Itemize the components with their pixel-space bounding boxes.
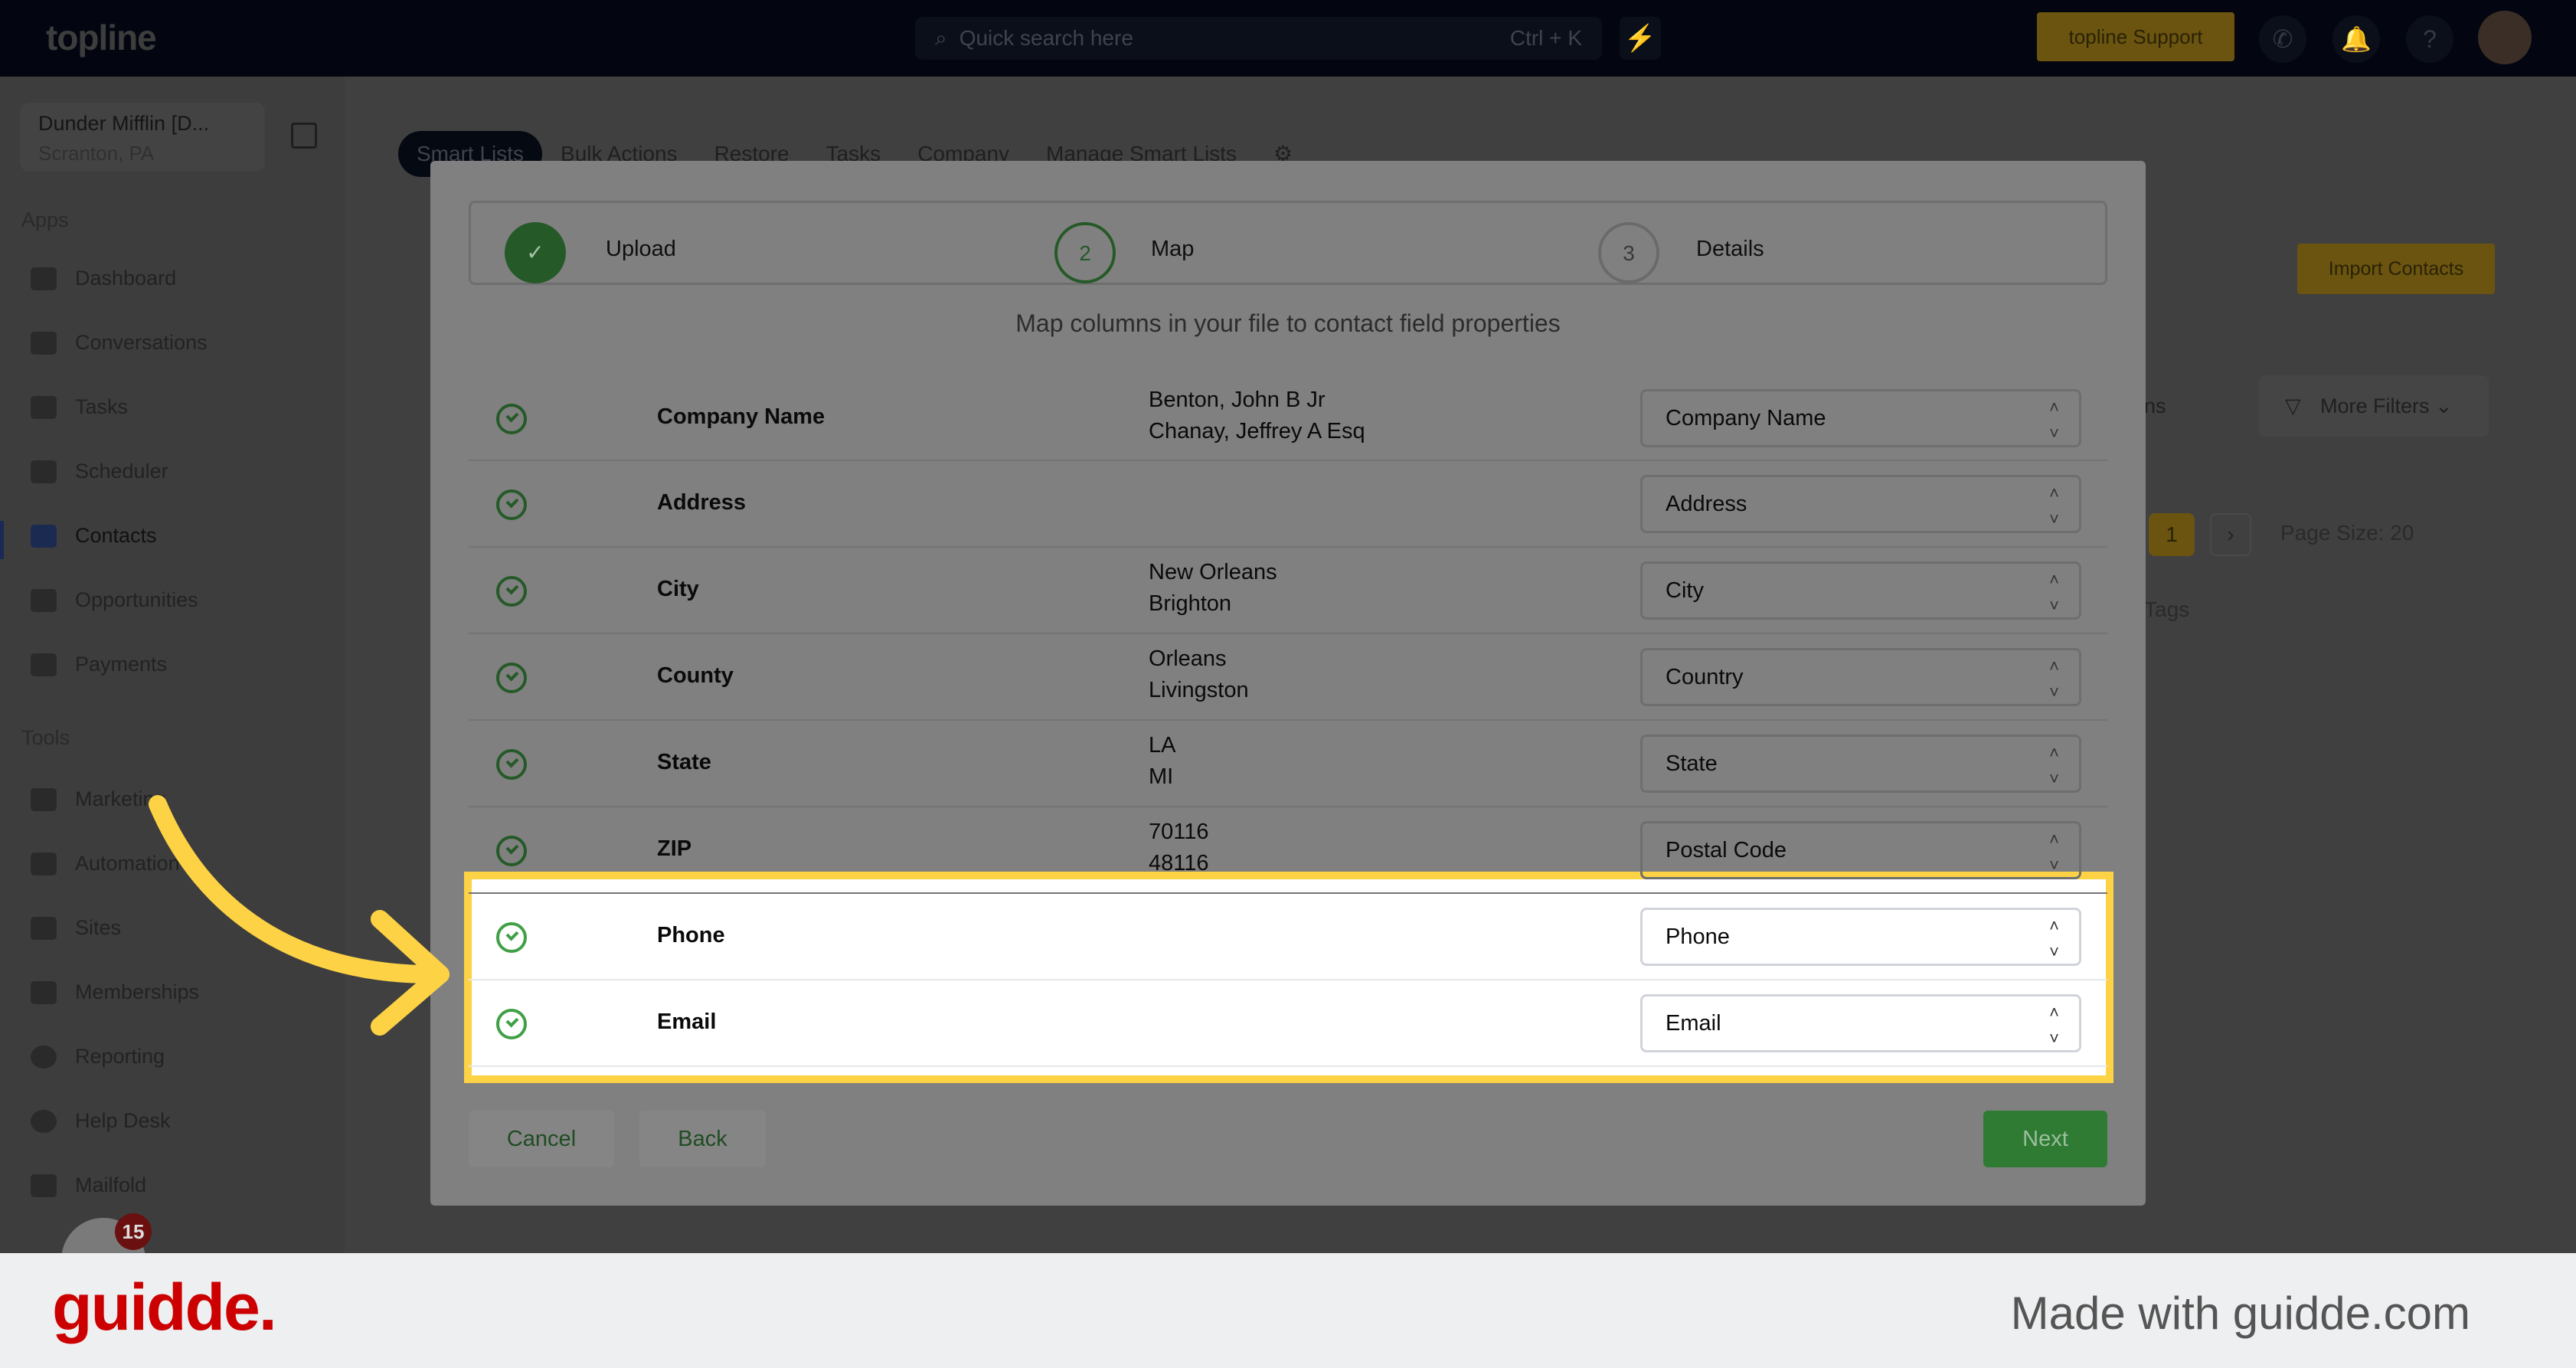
field-select[interactable]: Email ˄ ˅ [1640, 994, 2081, 1052]
column-name: Email [657, 1010, 717, 1034]
phone-icon[interactable]: ✆ [2259, 15, 2306, 63]
step-map-number: 2 [1054, 222, 1116, 283]
chevron-updown-icon: ˄ ˅ [2049, 743, 2059, 788]
help-icon[interactable]: ? [2406, 15, 2453, 63]
mapping-table: Company Name Benton, John B Jr Chanay, J… [469, 375, 2107, 1067]
sidebar-item-mailfold[interactable]: Mailfold [31, 1173, 146, 1197]
sample-values: Orleans Livingston [1149, 646, 1249, 702]
search-icon: ⌕ [935, 25, 947, 50]
field-select[interactable]: Address ˄ ˅ [1640, 475, 2081, 533]
field-select-value: City [1666, 578, 1704, 603]
column-name: Phone [657, 923, 725, 947]
search-placeholder: Quick search here [959, 26, 1133, 50]
more-filters-label: More Filters [2320, 394, 2430, 417]
column-name: City [657, 577, 699, 601]
field-select-value: Address [1666, 492, 1747, 516]
field-select[interactable]: Country ˄ ˅ [1640, 648, 2081, 706]
tags-column-header: Tags [2144, 597, 2190, 621]
chevron-updown-icon: ˄ ˅ [2049, 916, 2059, 961]
field-select[interactable]: City ˄ ˅ [1640, 561, 2081, 620]
sample-values: 70116 48116 [1149, 820, 1209, 875]
field-select-value: Company Name [1666, 406, 1826, 430]
mapping-row: Email Email ˄ ˅ [469, 980, 2107, 1067]
stepper: ✓ Upload 2 Map 3 Details [469, 201, 2107, 285]
mapping-row: Phone Phone ˄ ˅ [469, 894, 2107, 980]
step-map-label: Map [1151, 237, 1195, 261]
support-button[interactable]: topline Support [2037, 12, 2234, 61]
chevron-updown-icon: ˄ ˅ [2049, 830, 2059, 875]
field-select-value: State [1666, 751, 1718, 776]
step-details-label: Details [1696, 237, 1764, 261]
field-select[interactable]: Phone ˄ ˅ [1640, 908, 2081, 966]
field-select[interactable]: Postal Code ˄ ˅ [1640, 821, 2081, 879]
mapping-row: County Orleans Livingston Country ˄ ˅ [469, 634, 2107, 721]
field-select-value: Phone [1666, 925, 1730, 949]
bell-icon[interactable]: 🔔 [2332, 15, 2380, 63]
column-name: ZIP [657, 836, 692, 861]
step-details-number: 3 [1598, 222, 1659, 283]
sidebar-item-label: Mailfold [75, 1173, 147, 1196]
quick-search-input[interactable]: ⌕ Quick search here Ctrl + K [915, 17, 1602, 60]
chevron-updown-icon: ˄ ˅ [2049, 1003, 2059, 1048]
columns-dropdown[interactable]: ns [2144, 375, 2236, 437]
sample-values: New Orleans Brighton [1149, 560, 1277, 616]
chevron-down-icon: ⌄ [2435, 394, 2453, 417]
avatar[interactable] [2478, 11, 2532, 64]
mapping-row: City New Orleans Brighton City ˄ ˅ [469, 548, 2107, 634]
back-button[interactable]: Back [639, 1111, 766, 1167]
column-name: Address [657, 490, 747, 515]
mapping-row: Company Name Benton, John B Jr Chanay, J… [469, 375, 2107, 461]
page-1-button[interactable]: 1 [2149, 513, 2195, 556]
field-select-value: Country [1666, 665, 1744, 689]
chevron-updown-icon: ˄ ˅ [2049, 570, 2059, 615]
guidde-logo: guidde. [52, 1271, 277, 1344]
page-size-select[interactable]: Page Size: 20 [2280, 521, 2414, 545]
field-select[interactable]: State ˄ ˅ [1640, 735, 2081, 793]
mail-icon [31, 1173, 57, 1197]
step-upload-label: Upload [606, 237, 676, 261]
next-page-icon[interactable]: › [2210, 513, 2251, 556]
chevron-updown-icon: ˄ ˅ [2049, 656, 2059, 702]
column-name: County [657, 663, 734, 688]
bolt-icon[interactable]: ⚡ [1620, 17, 1661, 60]
field-select-value: Postal Code [1666, 838, 1787, 862]
field-select-value: Email [1666, 1011, 1721, 1036]
sample-values: Benton, John B Jr Chanay, Jeffrey A Esq [1149, 388, 1365, 443]
more-filters-button[interactable]: ▽ More Filters ⌄ [2259, 375, 2489, 437]
mapping-row: State LA MI State ˄ ˅ [469, 721, 2107, 807]
modal-subtitle: Map columns in your file to contact fiel… [1015, 309, 1561, 337]
search-shortcut: Ctrl + K [1509, 26, 1582, 50]
pointer-arrow-icon [149, 795, 449, 1036]
import-contacts-button[interactable]: Import Contacts [2297, 244, 2495, 294]
filter-icon: ▽ [2285, 394, 2301, 417]
mapping-row: ZIP 70116 48116 Postal Code ˄ ˅ [469, 807, 2107, 894]
chevron-updown-icon: ˄ ˅ [2049, 398, 2059, 443]
column-name: State [657, 750, 711, 774]
column-name: Company Name [657, 404, 825, 429]
next-button[interactable]: Next [1983, 1111, 2107, 1167]
mapping-row: Address Address ˄ ˅ [469, 461, 2107, 548]
field-select[interactable]: Company Name ˄ ˅ [1640, 389, 2081, 447]
chat-badge: 15 [115, 1213, 152, 1250]
chevron-updown-icon: ˄ ˅ [2049, 483, 2059, 529]
made-with-text: Made with guidde.com [2010, 1288, 2470, 1339]
sample-values: LA MI [1149, 733, 1176, 789]
